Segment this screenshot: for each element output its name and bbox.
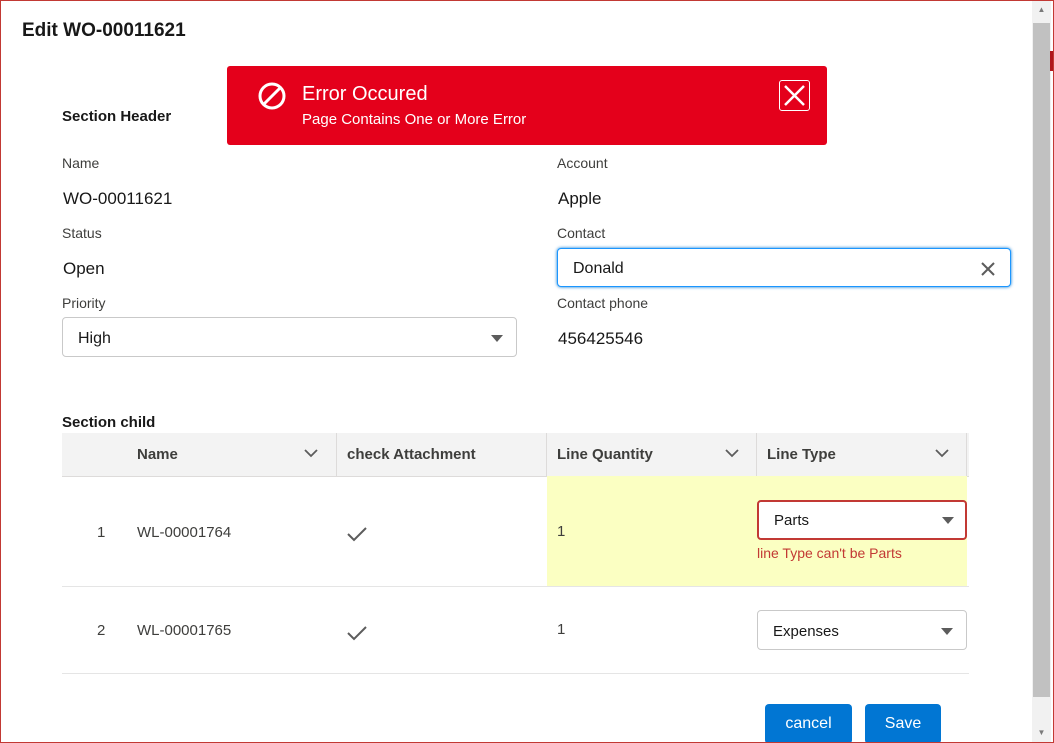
column-header-name[interactable]: Name (127, 433, 336, 476)
table-header: Name check Attachment Line Quantity Line… (62, 433, 969, 477)
row-line-quantity[interactable]: 1 (557, 621, 565, 638)
column-header-line-quantity[interactable]: Line Quantity (547, 433, 756, 476)
status-label: Status (62, 225, 102, 241)
contact-phone-label: Contact phone (557, 295, 649, 311)
column-header-check-attachment[interactable]: check Attachment (337, 433, 546, 476)
name-label: Name (62, 155, 100, 171)
chevron-down-icon[interactable] (304, 448, 318, 458)
checkmark-icon (347, 626, 367, 641)
row-name-value: WL-00001765 (137, 622, 232, 639)
contact-label: Contact (557, 225, 606, 241)
background-edge (1050, 51, 1053, 71)
section-child-title: Section child (62, 414, 156, 431)
toast-close-button[interactable] (779, 80, 810, 111)
line-type-selected-value: Parts (774, 512, 810, 529)
table-row: 1 WL-00001764 1 Parts line Type can't be… (62, 476, 969, 587)
status-value: Open (63, 259, 105, 278)
row-name-value: WL-00001764 (137, 524, 232, 541)
column-header-label: Line Quantity (557, 446, 653, 463)
toast-title: Error Occured (302, 83, 428, 105)
priority-select[interactable]: High (62, 317, 517, 357)
account-value: Apple (558, 189, 602, 208)
scrollbar[interactable]: ▲ ▼ (1032, 1, 1051, 742)
chevron-down-icon (942, 517, 954, 524)
line-type-select[interactable]: Parts (757, 500, 967, 540)
scroll-down-arrow-icon[interactable]: ▼ (1032, 728, 1051, 738)
column-header-label: check Attachment (347, 446, 476, 463)
ban-icon (258, 82, 286, 110)
scroll-up-arrow-icon[interactable]: ▲ (1032, 5, 1051, 15)
chevron-down-icon[interactable] (935, 448, 949, 458)
row-number: 2 (97, 622, 106, 639)
line-type-selected-value: Expenses (773, 623, 839, 640)
clear-icon[interactable] (979, 260, 997, 278)
priority-selected-value: High (78, 330, 111, 347)
column-header-label: Line Type (767, 446, 836, 463)
line-type-error-message: line Type can't be Parts (757, 545, 902, 561)
chevron-down-icon[interactable] (725, 448, 739, 458)
chevron-down-icon (491, 335, 503, 342)
priority-label: Priority (62, 295, 106, 311)
contact-value: Donald (573, 260, 624, 277)
edit-modal: Edit WO-00011621 Error Occured Page Cont… (0, 0, 1054, 743)
account-label: Account (557, 155, 608, 171)
table-row: 2 WL-00001765 1 Expenses (62, 587, 969, 674)
column-header-line-type[interactable]: Line Type (757, 433, 966, 476)
toast-message: Page Contains One or More Error (302, 111, 527, 128)
column-header-label: Name (137, 446, 178, 463)
save-button[interactable]: Save (865, 704, 941, 742)
row-line-quantity[interactable]: 1 (557, 523, 565, 540)
line-type-select[interactable]: Expenses (757, 610, 967, 650)
checkmark-icon (347, 527, 367, 542)
modal-title: Edit WO-00011621 (22, 20, 186, 41)
contact-phone-value: 456425546 (558, 329, 644, 348)
cancel-button[interactable]: cancel (765, 704, 852, 742)
column-divider[interactable] (966, 433, 967, 476)
name-value: WO-00011621 (63, 189, 173, 208)
contact-lookup-field[interactable]: Donald (557, 248, 1011, 287)
error-toast: Error Occured Page Contains One or More … (227, 66, 827, 145)
close-icon (784, 85, 805, 106)
row-number: 1 (97, 524, 106, 541)
chevron-down-icon (941, 628, 953, 635)
child-datatable: Name check Attachment Line Quantity Line… (62, 433, 969, 674)
scrollbar-thumb[interactable] (1033, 23, 1050, 697)
section-header-title: Section Header (62, 108, 172, 125)
